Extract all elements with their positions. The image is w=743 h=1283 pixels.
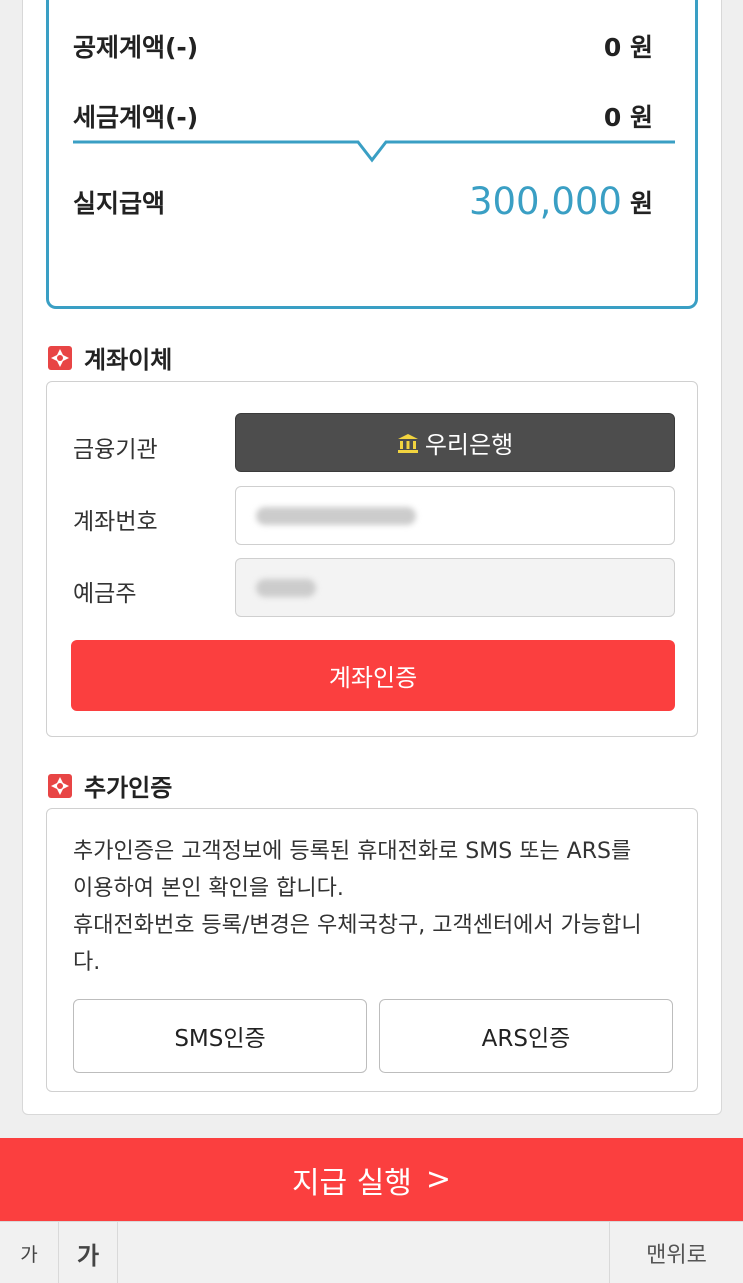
tax-row: 세금계액(-) 0 원 [73,98,653,134]
extra-auth-section-title: 추가인증 [48,768,172,803]
ars-auth-button[interactable]: ARS인증 [379,999,673,1073]
extra-auth-description: 추가인증은 고객정보에 등록된 휴대전화로 SMS 또는 ARS를 이용하여 본… [73,833,673,981]
description-line: 휴대전화번호 등록/변경은 우체국창구, 고객센터에서 가능합니 [73,913,642,938]
red-cross-icon [48,773,72,798]
net-row: 실지급액 300,000 원 [73,180,653,223]
transfer-title: 계좌이체 [84,346,173,374]
bank-name: 우리은행 [424,431,514,459]
description-line: 다. [73,950,101,975]
account-holder-field[interactable] [235,558,675,617]
scroll-to-top-button[interactable]: 맨위로 [609,1222,743,1283]
pay-execute-label: 지급 실행 [291,1165,412,1201]
extra-auth-title: 추가인증 [84,774,173,802]
net-label: 실지급액 [73,188,166,218]
account-label: 계좌번호 [73,509,158,535]
tax-label: 세금계액(-) [73,103,199,132]
pay-execute-button[interactable]: 지급 실행 > [0,1138,743,1221]
net-unit: 원 [629,189,653,218]
transfer-box: 금융기관 우리은행 계좌번호 예금주 계좌인증 [46,381,698,737]
transfer-section-title: 계좌이체 [48,340,172,375]
summary-divider [73,140,675,163]
holder-label: 예금주 [73,581,137,607]
red-cross-icon [48,345,72,370]
institution-label: 금융기관 [73,437,158,463]
account-verify-button[interactable]: 계좌인증 [71,640,675,711]
payment-summary: 공제계액(-) 0 원 세금계액(-) 0 원 실지급액 300,000 원 [46,0,698,309]
bank-select-button[interactable]: 우리은행 [235,413,675,472]
net-value: 300,000 원 [469,180,653,223]
net-amount: 300,000 [468,180,622,223]
deduction-label: 공제계액(-) [73,33,199,62]
font-size-large-button[interactable]: 가 [59,1222,118,1283]
deduction-value: 0 원 [603,33,653,62]
masked-account-number [256,507,416,525]
bank-building-icon [397,433,418,453]
deduction-row: 공제계액(-) 0 원 [73,28,653,64]
masked-account-holder [256,579,316,597]
sms-auth-button[interactable]: SMS인증 [73,999,367,1073]
tax-value: 0 원 [603,103,653,132]
bottom-bar: 가 가 맨위로 [0,1221,743,1283]
description-line: 추가인증은 고객정보에 등록된 휴대전화로 SMS 또는 ARS를 [73,839,632,864]
font-size-small-button[interactable]: 가 [0,1222,59,1283]
chevron-right-icon: > [425,1162,452,1197]
extra-auth-box: 추가인증은 고객정보에 등록된 휴대전화로 SMS 또는 ARS를 이용하여 본… [46,808,698,1092]
description-line: 이용하여 본인 확인을 합니다. [73,876,344,901]
account-number-field[interactable] [235,486,675,545]
